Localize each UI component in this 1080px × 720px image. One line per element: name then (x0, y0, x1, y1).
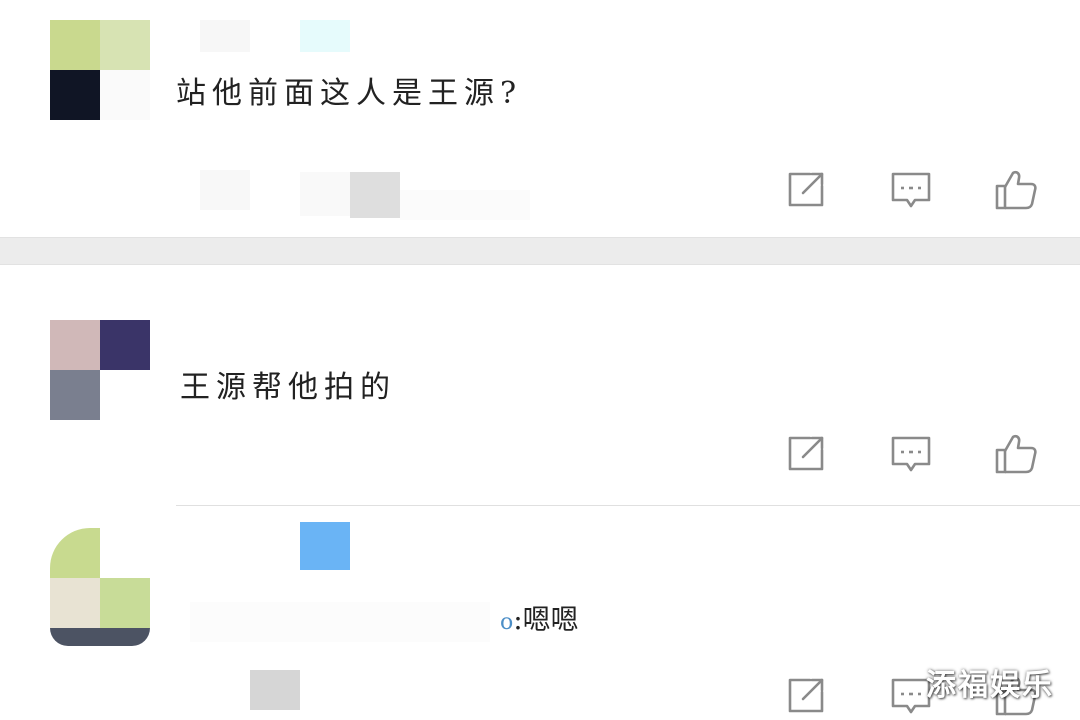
meta-mosaic (200, 170, 250, 210)
avatar-pixel (50, 578, 100, 628)
comment-text: 站他前面这人是王源? (176, 76, 523, 111)
avatar-pixel (100, 70, 150, 120)
avatar-pixel (100, 578, 150, 628)
reply-text: o:嗯嗯 (500, 598, 579, 638)
username-mosaic (300, 522, 350, 570)
avatar[interactable] (50, 20, 150, 120)
thumbs-up-icon[interactable] (994, 168, 1038, 212)
watermark: 添福娱乐 (926, 668, 1054, 703)
reply-prefix: o (500, 610, 514, 635)
username-mosaic (300, 20, 350, 52)
comment-icon[interactable] (889, 168, 933, 212)
avatar[interactable] (50, 320, 150, 420)
avatar-pixel (100, 20, 150, 70)
avatar-pixel (50, 628, 150, 646)
reply-body: :嗯嗯 (513, 603, 579, 636)
meta-mosaic (300, 172, 350, 216)
section-separator (0, 237, 1080, 265)
comment-card-1: 站他前面这人是王源? (0, 0, 1080, 237)
avatar-pixel (50, 370, 100, 420)
avatar-pixel (100, 320, 150, 370)
avatar-pixel (50, 320, 100, 370)
share-icon[interactable] (784, 168, 828, 212)
meta-mosaic (250, 670, 300, 710)
avatar[interactable] (50, 528, 150, 646)
avatar-pixel (50, 20, 100, 70)
share-icon[interactable] (784, 674, 828, 718)
avatar-pixel (50, 70, 100, 120)
thumbs-up-icon[interactable] (994, 432, 1038, 476)
username-mosaic (200, 20, 250, 52)
comment-icon[interactable] (889, 432, 933, 476)
avatar-pixel (100, 528, 150, 578)
meta-mosaic (400, 190, 530, 220)
comment-text: 王源帮他拍的 (180, 370, 396, 405)
share-icon[interactable] (784, 432, 828, 476)
avatar-pixel (100, 370, 150, 420)
avatar-pixel (50, 528, 100, 578)
comment-card-2: 王源帮他拍的 (0, 266, 1080, 505)
meta-mosaic (350, 172, 400, 218)
comment-card-3: o:嗯嗯 (0, 506, 1080, 720)
reply-mosaic (190, 602, 490, 642)
